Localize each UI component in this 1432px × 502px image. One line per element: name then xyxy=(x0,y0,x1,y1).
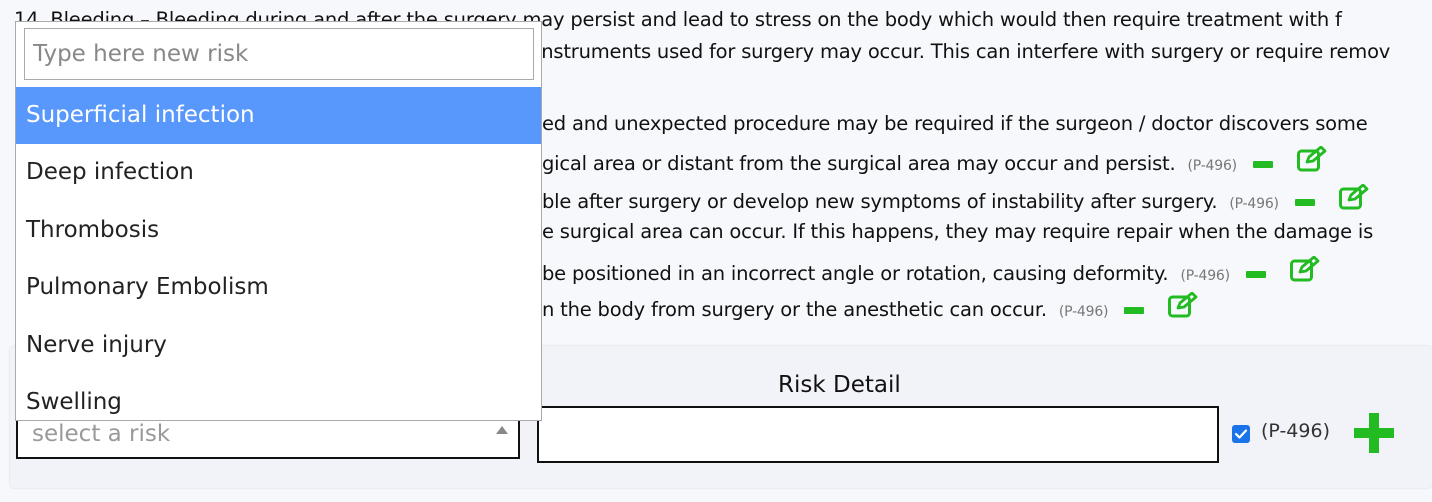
dropdown-option[interactable]: Thrombosis xyxy=(16,202,541,259)
minus-icon[interactable] xyxy=(1294,199,1315,206)
edit-icon[interactable] xyxy=(1338,183,1369,210)
risk-line: ed and unexpected procedure may be requi… xyxy=(542,112,1368,135)
dropdown-option[interactable]: Nerve injury xyxy=(16,317,541,374)
risk-line: n the body from surgery or the anestheti… xyxy=(542,291,1198,321)
risk-line-text: ed and unexpected procedure may be requi… xyxy=(542,112,1368,135)
risk-line-text: ble after surgery or develop new symptom… xyxy=(542,190,1218,213)
risk-line-text: n the body from surgery or the anestheti… xyxy=(542,298,1047,321)
minus-icon[interactable] xyxy=(1252,161,1273,168)
caret-up-icon xyxy=(496,426,508,434)
risk-dropdown: Superficial infection Deep infection Thr… xyxy=(15,21,542,421)
dropdown-option[interactable]: Pulmonary Embolism xyxy=(16,259,541,316)
risk-detail-input[interactable] xyxy=(537,406,1219,463)
risk-line-text: instruments used for surgery may occur. … xyxy=(536,40,1391,63)
risk-line: gical area or distant from the surgical … xyxy=(542,145,1327,175)
dropdown-option[interactable]: Swelling xyxy=(16,374,541,420)
risk-line: be positioned in an incorrect angle or r… xyxy=(542,255,1320,285)
edit-icon[interactable] xyxy=(1296,145,1327,172)
risk-ref: (P-496) xyxy=(1058,304,1109,320)
risk-ref: (P-496) xyxy=(1229,196,1279,212)
minus-icon[interactable] xyxy=(1124,307,1145,314)
risk-line: e surgical area can occur. If this happe… xyxy=(542,220,1373,243)
edit-icon[interactable] xyxy=(1289,255,1320,282)
risk-line-text: e surgical area can occur. If this happe… xyxy=(542,220,1374,243)
risk-line-text: gical area or distant from the surgical … xyxy=(542,152,1176,175)
new-risk-search-input[interactable] xyxy=(24,28,534,80)
risk-line: instruments used for surgery may occur. … xyxy=(536,40,1390,63)
risk-line-text: be positioned in an incorrect angle or r… xyxy=(542,262,1169,285)
risk-line: ble after surgery or develop new symptom… xyxy=(542,183,1369,213)
risk-ref: (P-496) xyxy=(1180,268,1230,284)
edit-icon[interactable] xyxy=(1168,291,1198,318)
risk-detail-label: Risk Detail xyxy=(778,372,901,398)
risk-select-placeholder: select a risk xyxy=(32,421,171,447)
dropdown-option[interactable]: Superficial infection xyxy=(16,87,541,144)
risk-ref: (P-496) xyxy=(1187,158,1238,174)
dropdown-option[interactable]: Deep infection xyxy=(16,144,541,201)
add-risk-button[interactable] xyxy=(1354,413,1394,453)
minus-icon[interactable] xyxy=(1245,271,1266,278)
include-checkbox[interactable] xyxy=(1232,425,1250,443)
risk-ref-label: (P-496) xyxy=(1261,420,1330,442)
